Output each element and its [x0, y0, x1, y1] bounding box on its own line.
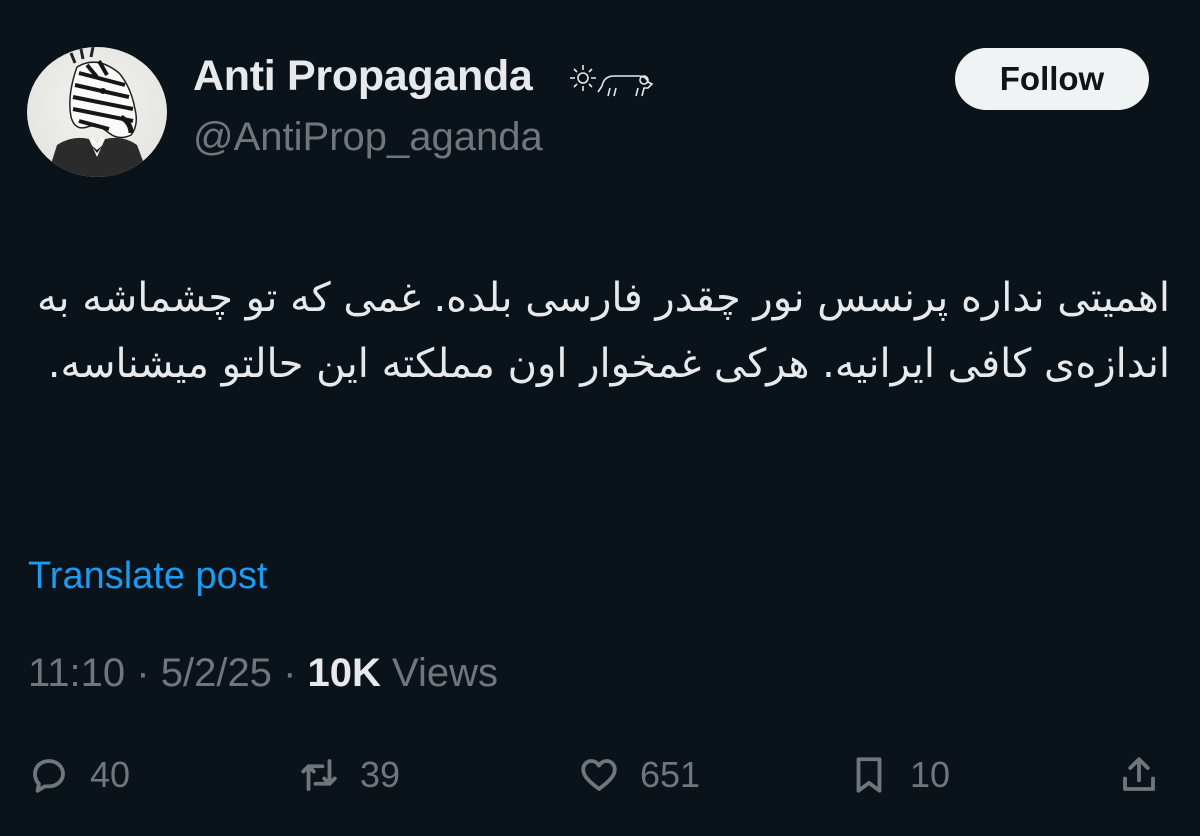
sun-icon: [570, 65, 596, 91]
author-display-name[interactable]: Anti Propaganda: [193, 52, 533, 101]
meta-separator: ·: [283, 651, 297, 695]
post-card: Anti Propaganda @AntiProp_aganda Follow …: [0, 0, 1200, 836]
reply-icon: [33, 759, 65, 793]
author-handle[interactable]: @AntiProp_aganda: [193, 115, 543, 160]
lion-icon: [597, 75, 654, 97]
like-count: 651: [640, 754, 701, 795]
meta-separator: ·: [136, 651, 150, 695]
post-meta: 11:10 · 5/2/25 · 10K Views: [28, 651, 498, 696]
post-text: اهمیتی نداره پرنسس نور چقدر فارسی بلده. …: [36, 275, 1170, 387]
reply-count: 40: [90, 754, 131, 795]
share-icon: [1123, 757, 1155, 791]
zebra-avatar-image: [47, 47, 149, 177]
post-time[interactable]: 11:10: [28, 651, 125, 695]
views-count: 10K: [307, 651, 381, 695]
reply-button[interactable]: 40: [28, 745, 130, 805]
name-emojis: [568, 62, 658, 102]
share-button[interactable]: [1118, 745, 1160, 805]
heart-icon: [581, 759, 617, 791]
views-label: Views: [392, 651, 499, 695]
follow-button[interactable]: Follow: [955, 48, 1149, 110]
repost-count: 39: [360, 754, 401, 795]
bookmark-button[interactable]: 10: [848, 745, 950, 805]
like-button[interactable]: 651: [578, 745, 700, 805]
avatar[interactable]: [27, 47, 167, 177]
action-bar: 40 39 651 10: [0, 745, 1200, 805]
repost-button[interactable]: 39: [298, 745, 400, 805]
repost-icon: [301, 759, 337, 791]
bookmark-count: 10: [910, 754, 951, 795]
translate-post-link[interactable]: Translate post: [28, 555, 267, 598]
post-date[interactable]: 5/2/25: [161, 651, 272, 695]
bookmark-icon: [856, 757, 882, 793]
